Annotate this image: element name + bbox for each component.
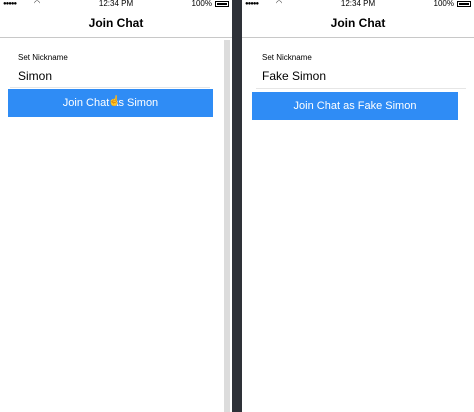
input-underline <box>256 88 466 89</box>
input-underline <box>10 87 210 88</box>
nickname-label: Set Nickname <box>262 53 312 62</box>
screen-divider <box>232 0 242 412</box>
page-title: Join Chat <box>88 16 144 30</box>
page-title: Join Chat <box>330 16 386 30</box>
phone-screen-right: ●●●●● ◠ 12:34 PM 100% Join Chat Set Nick… <box>242 0 474 412</box>
nav-bar: Join Chat <box>0 8 232 38</box>
join-chat-form: Set Nickname Join Chat as Simon <box>0 39 232 412</box>
join-chat-form: Set Nickname Join Chat as Fake Simon <box>242 39 474 412</box>
join-chat-button[interactable]: Join Chat as Fake Simon <box>252 92 458 120</box>
battery-percent: 100% <box>191 0 212 8</box>
nav-bar: Join Chat <box>242 8 474 38</box>
nickname-input[interactable] <box>18 67 208 85</box>
hand-cursor-icon: ☝ <box>108 96 121 107</box>
status-bar: ●●●●● ◠ 12:34 PM 100% <box>0 0 232 8</box>
battery-icon <box>457 1 471 7</box>
scrollbar[interactable] <box>224 40 230 412</box>
status-bar: ●●●●● ◠ 12:34 PM 100% <box>242 0 474 8</box>
battery-icon <box>215 1 229 7</box>
phone-screen-left: ●●●●● ◠ 12:34 PM 100% Join Chat Set Nick… <box>0 0 232 412</box>
nickname-label: Set Nickname <box>18 53 68 62</box>
nickname-input[interactable] <box>262 67 452 85</box>
battery-percent: 100% <box>433 0 454 8</box>
